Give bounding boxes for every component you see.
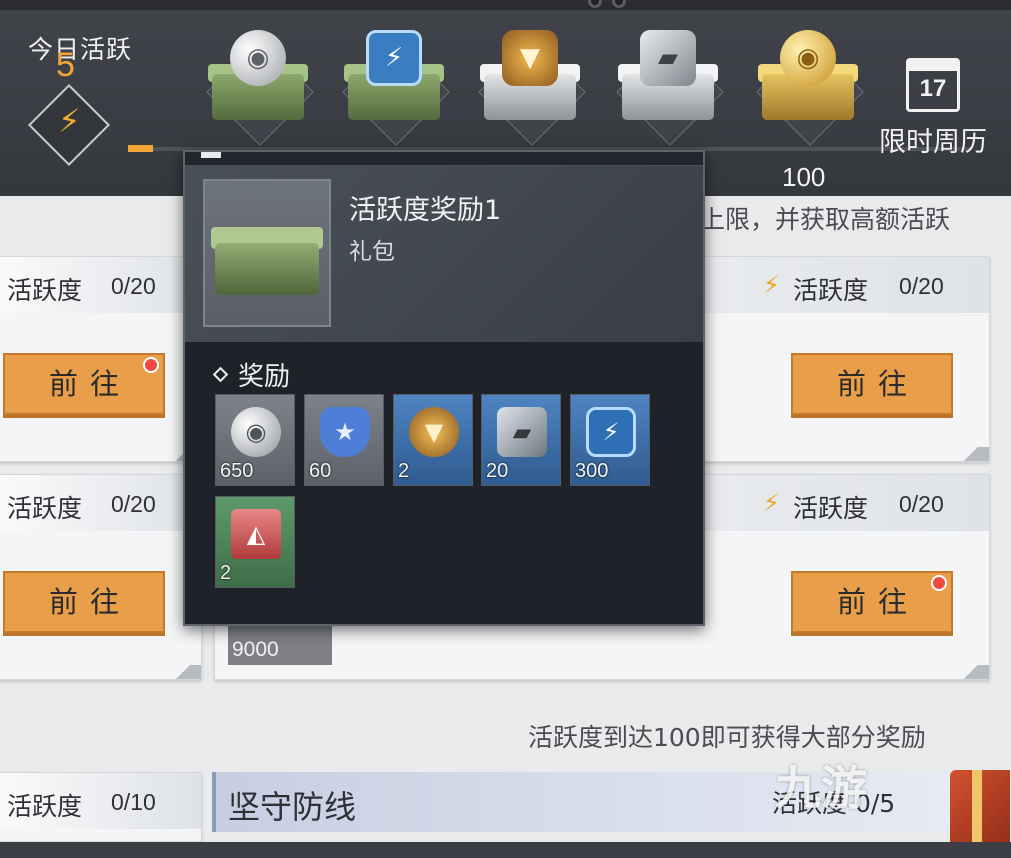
popup-subtitle: 礼包: [349, 239, 395, 265]
lightning-icon: ⚡: [763, 271, 780, 299]
task-activity-label: 活跃度: [7, 276, 83, 305]
reward-chest-2[interactable]: ⚡: [334, 24, 452, 146]
lightning-icon: ⚡: [58, 102, 81, 140]
rewards-heading: 奖励: [212, 356, 291, 393]
task-activity-count: 0/20: [111, 491, 156, 517]
reward-detail-popup: 活跃度奖励1 礼包 奖励 ◉ 650 ★ 60 ▼ 2 ▰ 20 ⚡ 300 ◭…: [183, 150, 705, 626]
reward-quantity: 20: [486, 460, 509, 482]
reward-item-energy[interactable]: ⚡ 300: [570, 394, 650, 486]
energy-bolt-icon: ⚡: [366, 30, 422, 86]
reward-quantity: 650: [220, 460, 254, 482]
task-card: 活跃度 0/20 前往: [0, 474, 202, 680]
card-corner: [953, 447, 989, 461]
armor-plate-icon: ▰: [497, 407, 547, 457]
shield-star-icon: ★: [320, 407, 370, 457]
limited-calendar-button[interactable]: 17 限时周历: [868, 58, 998, 159]
task-activity-count: 0/20: [111, 273, 156, 299]
reward-item-gift-bag[interactable]: ◭ 2: [215, 496, 295, 588]
task-card: 活跃度 0/20 前往: [0, 256, 202, 462]
popup-header: 活跃度奖励1 礼包: [185, 166, 703, 342]
reward-item-armor[interactable]: ▰ 20: [481, 394, 561, 486]
go-button[interactable]: 前往: [3, 571, 165, 633]
calendar-day: 17: [919, 75, 947, 102]
card-corner: [165, 665, 201, 679]
gift-bag-icon: ◭: [231, 509, 281, 559]
task-activity-count: 0/20: [899, 273, 944, 299]
reward-item-shield[interactable]: ★ 60: [304, 394, 384, 486]
daily-activity-title: 今日活跃: [28, 35, 133, 64]
calendar-icon: 17: [906, 58, 960, 112]
site-watermark: 九游: [775, 761, 867, 815]
task-activity-label: 活跃度: [7, 494, 83, 523]
notification-dot: [931, 575, 947, 591]
task-hint-bottom: 活跃度到达100即可获得大部分奖励: [528, 723, 926, 752]
gold-badge-icon: ▼: [409, 407, 459, 457]
task-card: 活跃度 0/10: [0, 772, 202, 842]
popup-top-edge: [185, 152, 703, 166]
task-hint-top: 上限，并获取高额活跃: [700, 205, 951, 234]
top-frame: [0, 0, 1011, 10]
rank-badge-icon: ▼: [502, 30, 558, 86]
section-banner: 坚守防线 活跃度 0/5: [212, 772, 990, 832]
silver-coin-icon: ◉: [231, 407, 281, 457]
reward-quantity: 2: [220, 562, 232, 584]
reward-chest-4[interactable]: ▰: [608, 24, 726, 146]
go-button[interactable]: 前往: [791, 571, 953, 633]
task-activity-count: 0/20: [899, 491, 944, 517]
daily-activity-block: 今日活跃: [28, 30, 168, 66]
green-chest-icon: [215, 243, 319, 295]
popup-tab-marker: [201, 152, 221, 158]
popup-rewards-section: 奖励 ◉ 650 ★ 60 ▼ 2 ▰ 20 ⚡ 300 ◭ 2: [185, 342, 703, 624]
reward-quantity: 300: [575, 460, 609, 482]
chest-threshold-value: 100: [782, 162, 826, 192]
go-button[interactable]: 前往: [791, 353, 953, 415]
diamond-icon: [212, 366, 229, 383]
task-activity-label: 活跃度: [7, 792, 83, 821]
rewards-heading-text: 奖励: [238, 362, 291, 392]
energy-bolt-icon: ⚡: [586, 407, 636, 457]
popup-title: 活跃度奖励1: [349, 195, 502, 226]
task-activity-label: 活跃度: [793, 494, 869, 523]
gift-pack-preview: [203, 179, 331, 327]
card-corner: [953, 665, 989, 679]
task-reward-chip: 9000: [228, 625, 332, 665]
gold-coin-icon: ◉: [780, 30, 836, 86]
calendar-label: 限时周历: [879, 127, 987, 158]
reward-chest-1[interactable]: ◉: [198, 24, 316, 146]
reward-quantity: 60: [309, 460, 332, 482]
silver-coin-icon: ◉: [230, 30, 286, 86]
reward-item-badge[interactable]: ▼ 2: [393, 394, 473, 486]
notification-dot: [143, 357, 159, 373]
reward-quantity: 2: [398, 460, 410, 482]
task-activity-label: 活跃度: [793, 276, 869, 305]
go-button[interactable]: 前往: [3, 353, 165, 415]
activity-progress-fill: [128, 145, 153, 152]
task-activity-count: 0/10: [111, 789, 156, 815]
lightning-icon: ⚡: [763, 489, 780, 517]
section-title: 坚守防线: [228, 788, 357, 826]
reward-item-silver-coin[interactable]: ◉ 650: [215, 394, 295, 486]
reward-chest-3[interactable]: ▼: [470, 24, 588, 146]
armor-plate-icon: ▰: [640, 30, 696, 86]
reward-chest-5[interactable]: ◉: [748, 24, 866, 146]
daily-activity-value: 5: [56, 46, 75, 84]
bottom-frame: [0, 842, 1011, 858]
